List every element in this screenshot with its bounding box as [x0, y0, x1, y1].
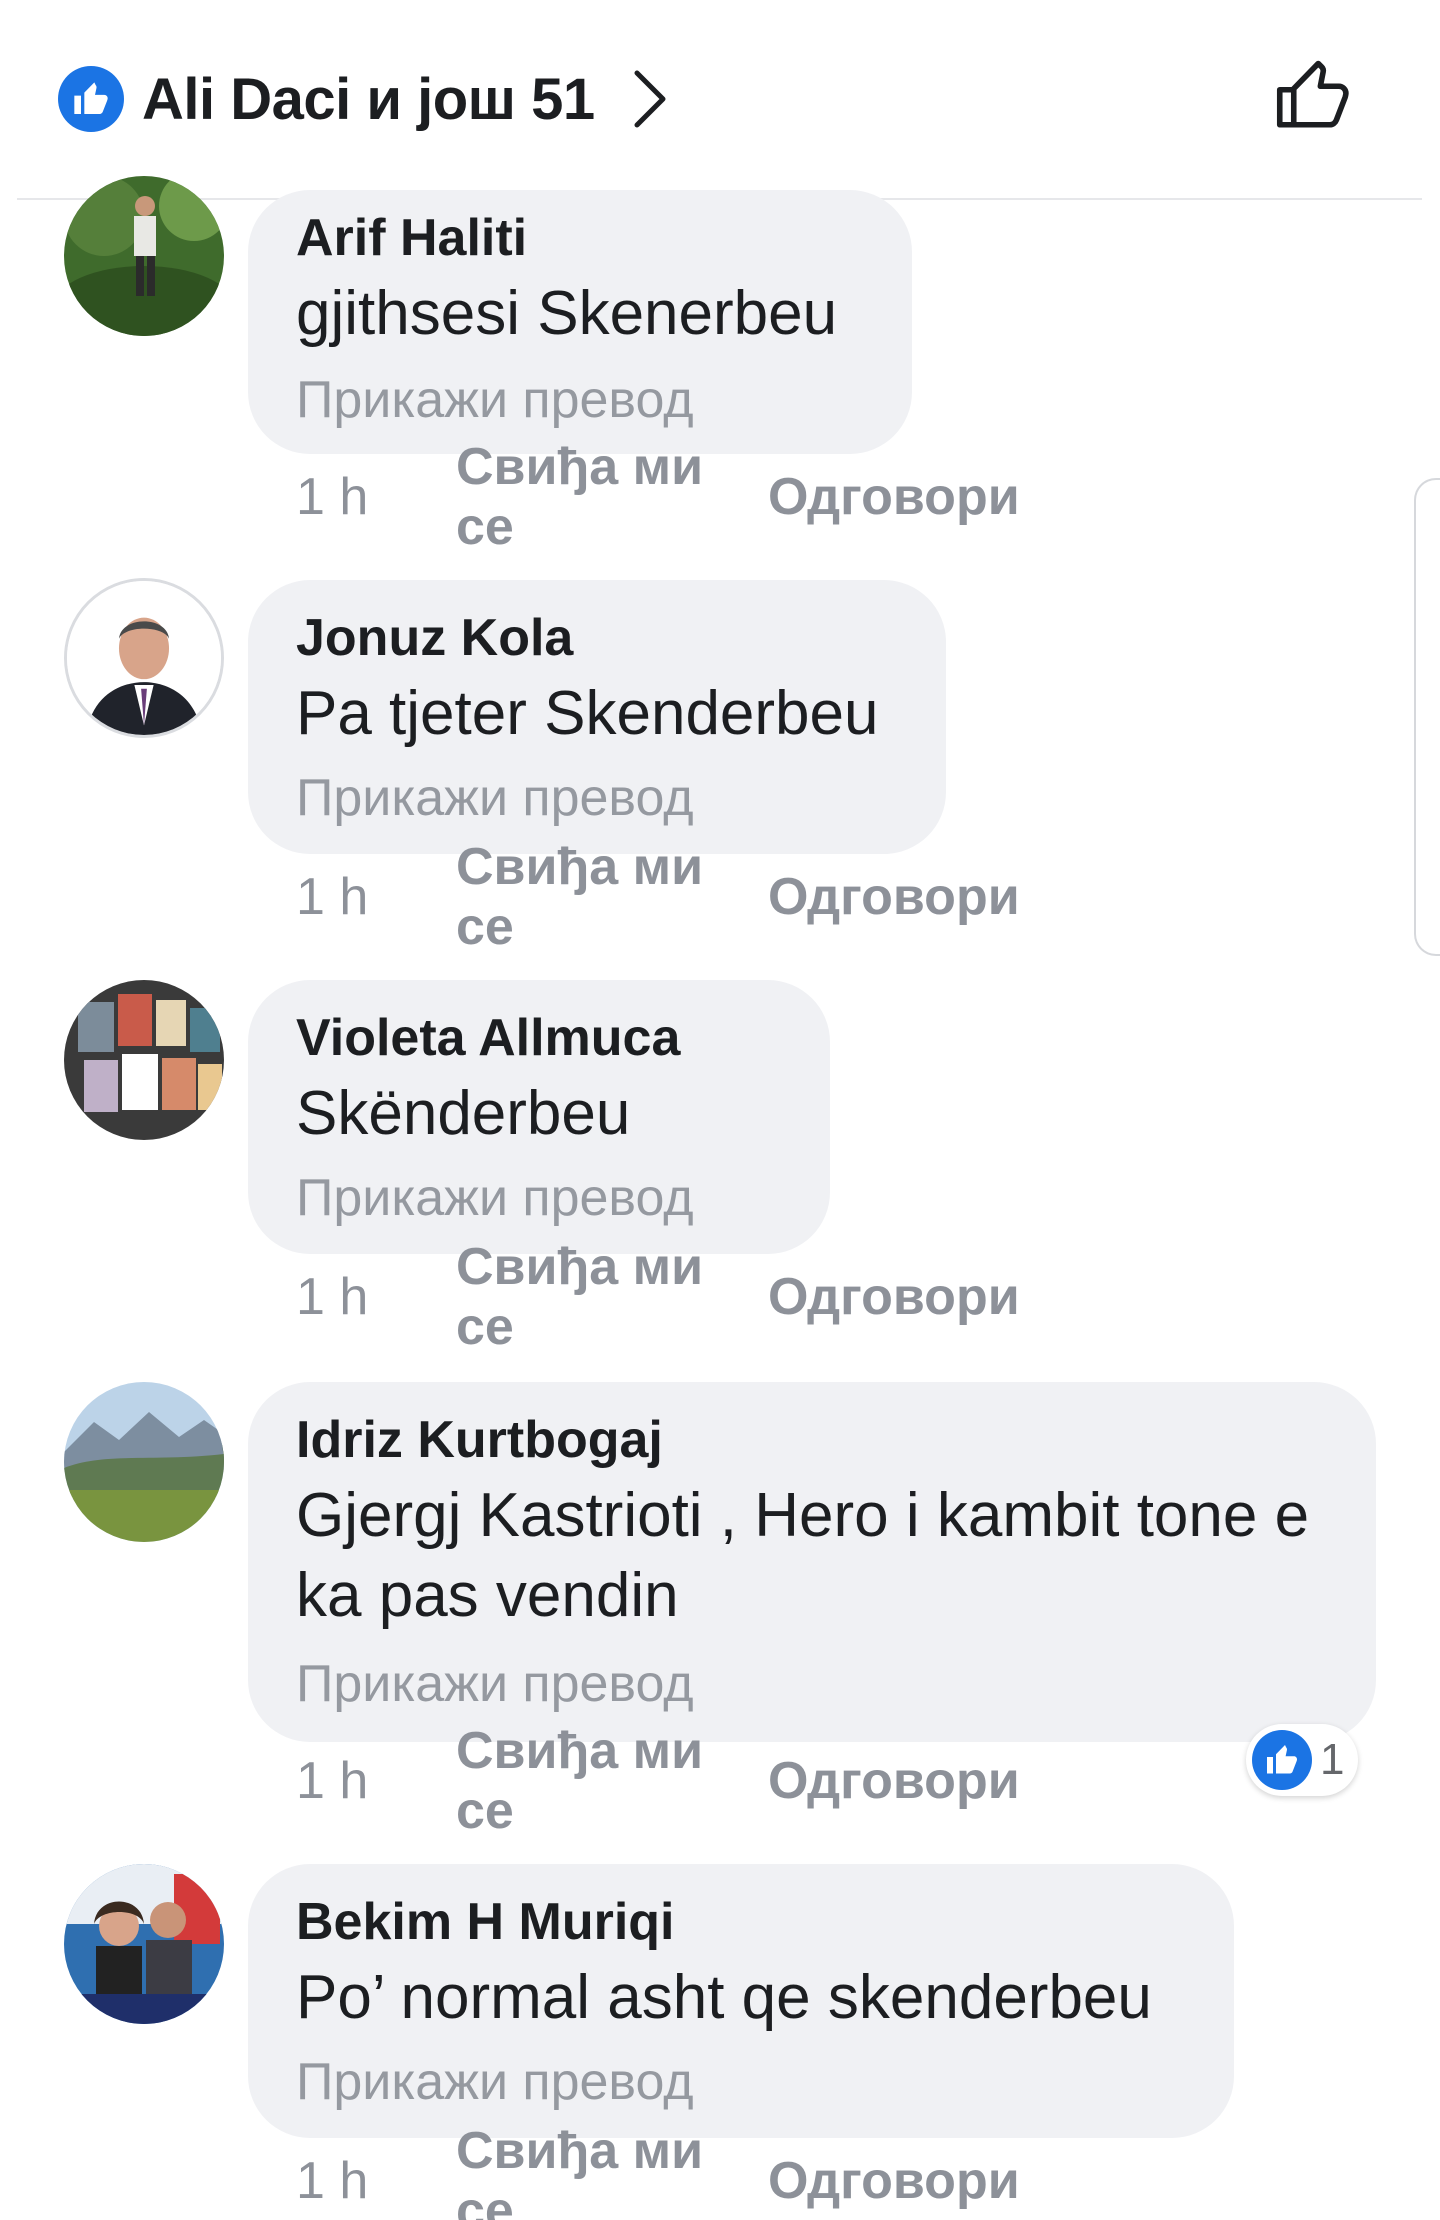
reply-button[interactable]: Одговори	[768, 2151, 1020, 2211]
see-translation-link[interactable]: Прикажи превод	[296, 1654, 694, 1714]
comment-text: Skënderbeu	[296, 1079, 631, 1148]
see-translation-link[interactable]: Прикажи превод	[296, 768, 694, 828]
like-comment-button[interactable]: Свиђа ми се	[456, 2121, 768, 2220]
comment-bubble[interactable]: Jonuz Kola Pa tjeter Skenderbeu Прикажи …	[248, 580, 946, 854]
comment-bubble[interactable]: Idriz Kurtbogaj Gjergj Kastrioti , Hero …	[248, 1382, 1376, 1742]
like-comment-button[interactable]: Свиђа ми се	[456, 1237, 768, 1357]
reply-button[interactable]: Одговори	[768, 1751, 1020, 1811]
comment-author[interactable]: Bekim H Muriqi	[296, 1892, 675, 1952]
avatar[interactable]	[64, 980, 224, 1140]
comment-timestamp: 1 h	[296, 1752, 369, 1810]
avatar[interactable]	[64, 176, 224, 336]
comment-timestamp: 1 h	[296, 468, 369, 526]
thumbs-up-outline-icon	[1276, 60, 1349, 128]
chevron-right-icon	[634, 70, 666, 128]
like-icon	[58, 66, 124, 132]
reaction-count-number: 1	[1320, 1735, 1345, 1784]
comment-actions: 1 h Свиђа ми се Одговори	[296, 438, 1020, 556]
like-comment-button[interactable]: Свиђа ми се	[456, 837, 768, 957]
comments-page: Ali Daci и још 51 Arif Haliti gjithsesi …	[0, 0, 1440, 2220]
comment-text: Po’ normal asht qe skenderbeu	[296, 1963, 1152, 2032]
comment-author[interactable]: Jonuz Kola	[296, 608, 573, 668]
comment-bubble[interactable]: Arif Haliti gjithsesi Skenerbeu Прикажи …	[248, 190, 912, 454]
comment-reaction-count[interactable]: 1	[1246, 1724, 1359, 1796]
avatar[interactable]	[64, 578, 224, 738]
comment-actions: 1 h Свиђа ми се Одговори	[296, 1238, 1020, 1356]
comment-timestamp: 1 h	[296, 868, 369, 926]
comment-text: gjithsesi Skenerbeu	[296, 279, 838, 348]
comment-author[interactable]: Idriz Kurtbogaj	[296, 1410, 663, 1470]
comment-bubble[interactable]: Violeta Allmuca Skënderbeu Прикажи прево…	[248, 980, 830, 1254]
see-translation-link[interactable]: Прикажи превод	[296, 1168, 694, 1228]
comment-text: Pa tjeter Skenderbeu	[296, 679, 879, 748]
reply-button[interactable]: Одговори	[768, 467, 1020, 527]
like-comment-button[interactable]: Свиђа ми се	[456, 1721, 768, 1841]
comment-timestamp: 1 h	[296, 2152, 369, 2210]
comment-author[interactable]: Violeta Allmuca	[296, 1008, 680, 1068]
comment-bubble[interactable]: Bekim H Muriqi Po’ normal asht qe skende…	[248, 1864, 1234, 2138]
comment-author[interactable]: Arif Haliti	[296, 208, 527, 268]
comment-actions: 1 h Свиђа ми се Одговори	[296, 2122, 1020, 2220]
like-post-button[interactable]	[1268, 50, 1358, 140]
like-icon	[1252, 1730, 1312, 1790]
comment-actions: 1 h Свиђа ми се Одговори	[296, 838, 1020, 956]
see-translation-link[interactable]: Прикажи превод	[296, 2052, 694, 2112]
like-comment-button[interactable]: Свиђа ми се	[456, 437, 768, 557]
reactions-header: Ali Daci и још 51	[0, 0, 1440, 198]
scrollbar[interactable]	[1414, 478, 1440, 956]
reply-button[interactable]: Одговори	[768, 1267, 1020, 1327]
reaction-summary-text: Ali Daci и још 51	[142, 66, 595, 132]
reaction-summary-link[interactable]: Ali Daci и још 51	[58, 64, 669, 134]
reply-button[interactable]: Одговори	[768, 867, 1020, 927]
comment-text: Gjergj Kastrioti , Hero i kambit tone e …	[296, 1481, 1310, 1630]
avatar[interactable]	[64, 1864, 224, 2024]
comment-timestamp: 1 h	[296, 1268, 369, 1326]
avatar[interactable]	[64, 1382, 224, 1542]
see-translation-link[interactable]: Прикажи превод	[296, 370, 694, 430]
comment-actions: 1 h Свиђа ми се Одговори	[296, 1722, 1020, 1840]
